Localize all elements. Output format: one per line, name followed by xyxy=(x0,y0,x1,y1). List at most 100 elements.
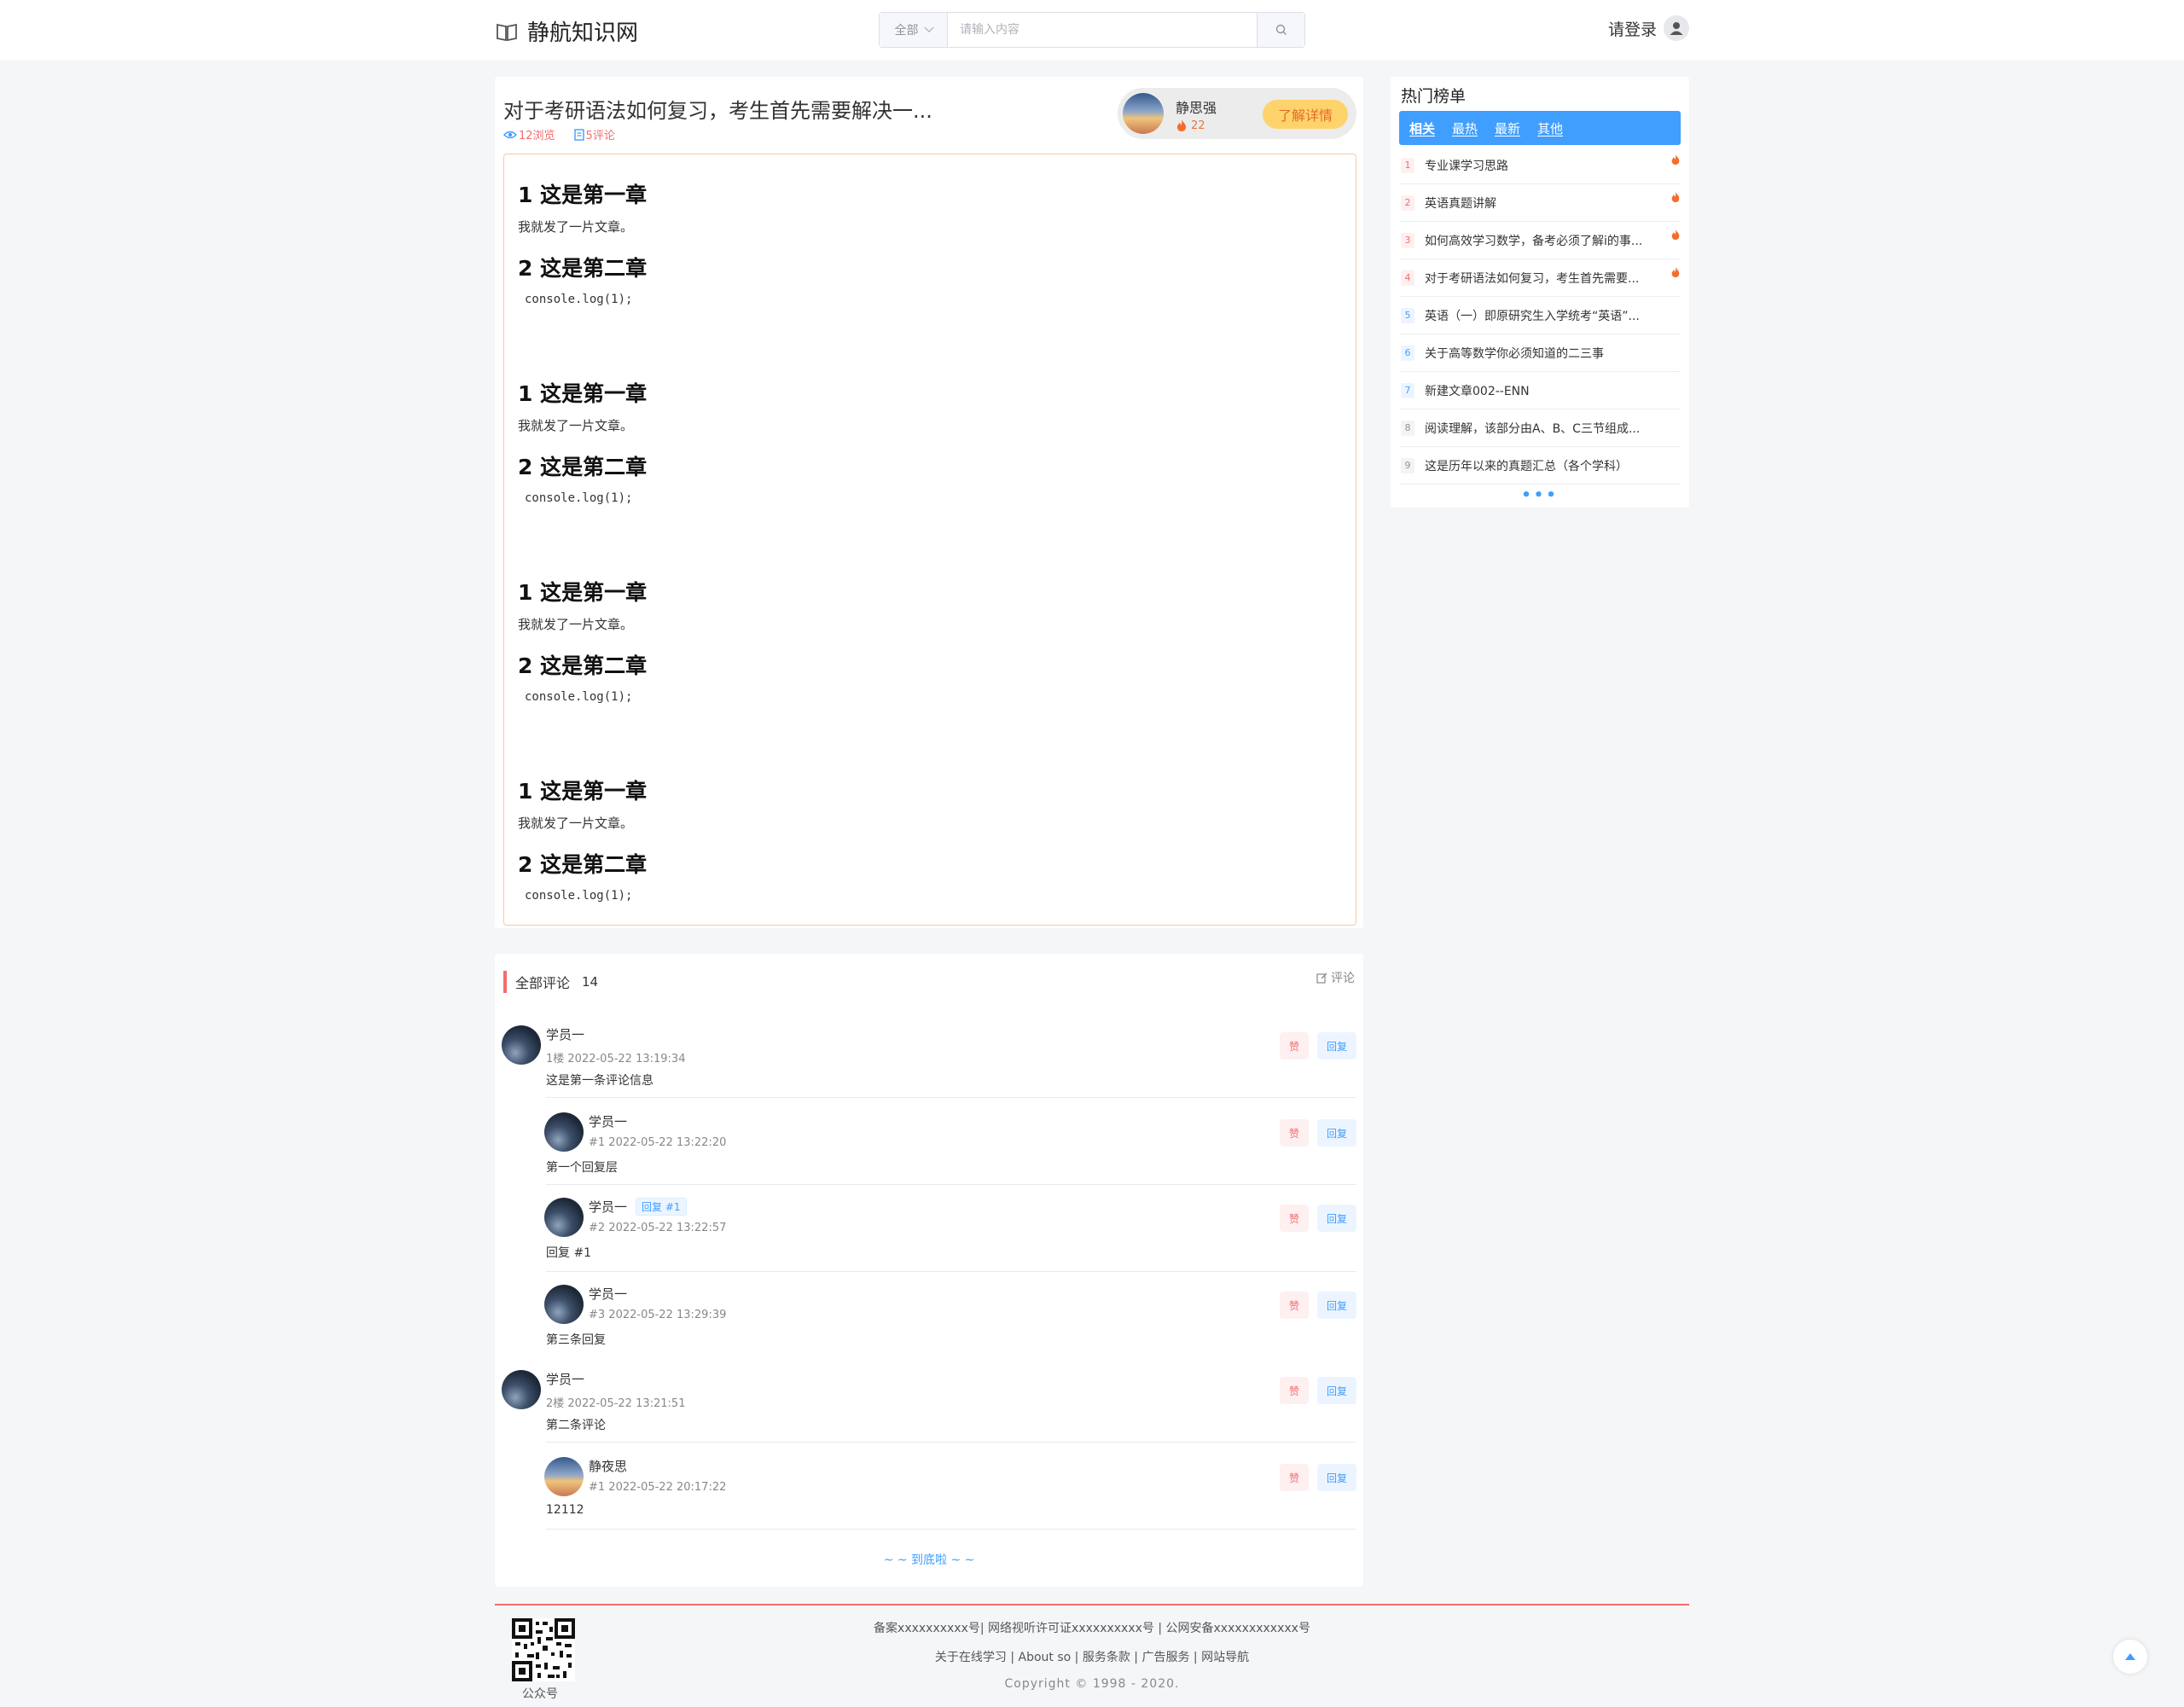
tab-newest[interactable]: 最新 xyxy=(1495,119,1520,137)
back-to-top-button[interactable] xyxy=(2113,1640,2147,1674)
eye-icon xyxy=(503,131,517,138)
paragraph: 我就发了一片文章。 xyxy=(518,418,634,433)
write-comment-button[interactable]: 评论 xyxy=(1316,969,1355,986)
hot-list: 1 专业课学习思路 2 英语真题讲解 3 如何高效学习数学，备考必须了解i的事.… xyxy=(1399,147,1681,485)
chapter-heading: 1 这是第一章 xyxy=(518,580,648,605)
comment-author: 学员一 xyxy=(589,1112,627,1130)
login-label: 请登录 xyxy=(1608,20,1658,39)
reply-button[interactable]: 回复 xyxy=(1317,1119,1356,1147)
site-logo[interactable]: 静航知识网 xyxy=(495,15,638,47)
search-input[interactable] xyxy=(948,13,1257,47)
hot-ranking-title: 热门榜单 xyxy=(1401,87,1467,106)
list-item[interactable]: 5 英语（一）即原研究生入学统考“英语”... xyxy=(1399,297,1681,334)
code-block: console.log(1); xyxy=(525,690,633,704)
comment-author: 学员一 回复 #1 xyxy=(589,1198,687,1216)
like-button[interactable]: 赞 xyxy=(1280,1464,1309,1491)
chapter-heading: 2 这是第二章 xyxy=(518,852,648,877)
rank-number: 5 xyxy=(1401,307,1414,323)
comments-count: 5评论 xyxy=(573,126,615,142)
footer-links[interactable]: 关于在线学习 | About so | 服务条款 | 广告服务 | 网站导航 xyxy=(495,1648,1689,1665)
search-scope-select[interactable]: 全部 xyxy=(880,13,948,47)
list-item[interactable]: 8 阅读理解，该部分由A、B、C三节组成... xyxy=(1399,409,1681,447)
article-content: 1 这是第一章 我就发了一片文章。 2 这是第二章 console.log(1)… xyxy=(503,154,1356,926)
detail-button[interactable]: 了解详情 xyxy=(1263,100,1348,129)
chapter-heading: 2 这是第二章 xyxy=(518,256,648,281)
tab-hottest[interactable]: 最热 xyxy=(1452,119,1478,137)
list-item[interactable]: 9 这是历年以来的真题汇总（各个学科） xyxy=(1399,447,1681,485)
top-header: 静航知识网 全部 请登录 xyxy=(0,0,2184,60)
content-section: 1 这是第一章 我就发了一片文章。 2 这是第二章 console.log(1)… xyxy=(518,775,1342,961)
list-item[interactable]: 6 关于高等数学你必须知道的二三事 xyxy=(1399,334,1681,372)
rank-number: 6 xyxy=(1401,345,1414,361)
list-item[interactable]: 4 对于考研语法如何复习，考生首先需要... xyxy=(1399,259,1681,297)
reply-button[interactable]: 回复 xyxy=(1317,1032,1356,1060)
list-item[interactable]: 7 新建文章002--ENN xyxy=(1399,372,1681,409)
rank-number: 4 xyxy=(1401,270,1414,286)
like-button[interactable]: 赞 xyxy=(1280,1032,1309,1060)
list-item[interactable]: 2 英语真题讲解 xyxy=(1399,184,1681,222)
login-link[interactable]: 请登录 xyxy=(1608,15,1690,41)
like-button[interactable]: 赞 xyxy=(1280,1292,1309,1319)
comment-item: 学员一 回复 #1 #2 2022-05-22 13:22:57 回复 #1 赞… xyxy=(544,1198,1356,1283)
edit-icon xyxy=(1316,973,1327,984)
list-item-title: 如何高效学习数学，备考必须了解i的事... xyxy=(1425,234,1643,248)
author-name: 学员一 xyxy=(546,1372,585,1387)
avatar[interactable] xyxy=(544,1457,584,1496)
tab-related[interactable]: 相关 xyxy=(1409,119,1435,137)
avatar[interactable] xyxy=(544,1198,584,1237)
footer-copyright: Copyright © 1998 - 2020. xyxy=(1004,1677,1180,1691)
code-block: console.log(1); xyxy=(525,491,633,505)
rank-number: 3 xyxy=(1401,232,1414,248)
comment-body: 回复 #1 xyxy=(546,1246,592,1260)
avatar[interactable] xyxy=(502,1025,541,1065)
reply-button[interactable]: 回复 xyxy=(1317,1464,1356,1491)
like-button[interactable]: 赞 xyxy=(1280,1205,1309,1232)
comment-author: 学员一 xyxy=(589,1285,627,1303)
avatar[interactable] xyxy=(544,1285,584,1324)
comments-title: 全部评论 xyxy=(515,975,571,991)
author-hot: 22 xyxy=(1176,119,1205,132)
avatar[interactable] xyxy=(544,1112,584,1152)
list-item[interactable]: 1 专业课学习思路 xyxy=(1399,147,1681,184)
rank-number: 1 xyxy=(1401,157,1414,173)
tab-other[interactable]: 其他 xyxy=(1537,119,1563,137)
comment-time: #3 2022-05-22 13:29:39 xyxy=(589,1309,727,1321)
list-item-title: 对于考研语法如何复习，考生首先需要... xyxy=(1425,271,1640,286)
author-card: 静思强 22 了解详情 xyxy=(1118,88,1356,139)
accent-bar xyxy=(503,971,507,993)
avatar[interactable] xyxy=(502,1370,541,1409)
reply-button[interactable]: 回复 xyxy=(1317,1377,1356,1404)
author-name[interactable]: 静思强 xyxy=(1176,96,1217,117)
comment-body: 这是第一条评论信息 xyxy=(546,1074,653,1088)
code-block: console.log(1); xyxy=(525,889,633,903)
paragraph: 我就发了一片文章。 xyxy=(518,617,634,632)
fire-icon xyxy=(1671,192,1680,202)
comment-author: 学员一 xyxy=(546,1370,584,1388)
more-button[interactable]: ••• xyxy=(1391,486,1689,504)
comment-body: 第二条评论 xyxy=(546,1419,606,1432)
fire-icon xyxy=(1177,119,1186,131)
divider xyxy=(546,1184,1356,1185)
rank-number: 7 xyxy=(1401,382,1414,398)
write-comment-label: 评论 xyxy=(1331,972,1355,985)
chapter-heading: 1 这是第一章 xyxy=(518,381,648,406)
comment-body: 12112 xyxy=(546,1503,584,1517)
like-button[interactable]: 赞 xyxy=(1280,1377,1309,1404)
divider xyxy=(546,1097,1356,1098)
reply-button[interactable]: 回复 xyxy=(1317,1205,1356,1232)
arrow-up-icon xyxy=(2125,1653,2135,1660)
fire-icon xyxy=(1671,267,1680,277)
code-block: console.log(1); xyxy=(525,293,633,306)
list-item-title: 英语（一）即原研究生入学统考“英语”... xyxy=(1425,309,1640,323)
comment-item: 学员一 #3 2022-05-22 13:29:39 第三条回复 赞 回复 xyxy=(544,1285,1356,1370)
comment-body: 第三条回复 xyxy=(546,1333,606,1347)
author-avatar[interactable] xyxy=(1123,93,1164,134)
list-item[interactable]: 3 如何高效学习数学，备考必须了解i的事... xyxy=(1399,222,1681,259)
author-name: 学员一 xyxy=(546,1027,585,1042)
search-icon xyxy=(1275,24,1287,35)
comment-item: 学员一 #1 2022-05-22 13:22:20 第一个回复层 赞 回复 xyxy=(544,1112,1356,1198)
search-button[interactable] xyxy=(1257,13,1304,47)
like-button[interactable]: 赞 xyxy=(1280,1119,1309,1147)
reply-button[interactable]: 回复 xyxy=(1317,1292,1356,1319)
site-name: 静航知识网 xyxy=(527,20,639,46)
